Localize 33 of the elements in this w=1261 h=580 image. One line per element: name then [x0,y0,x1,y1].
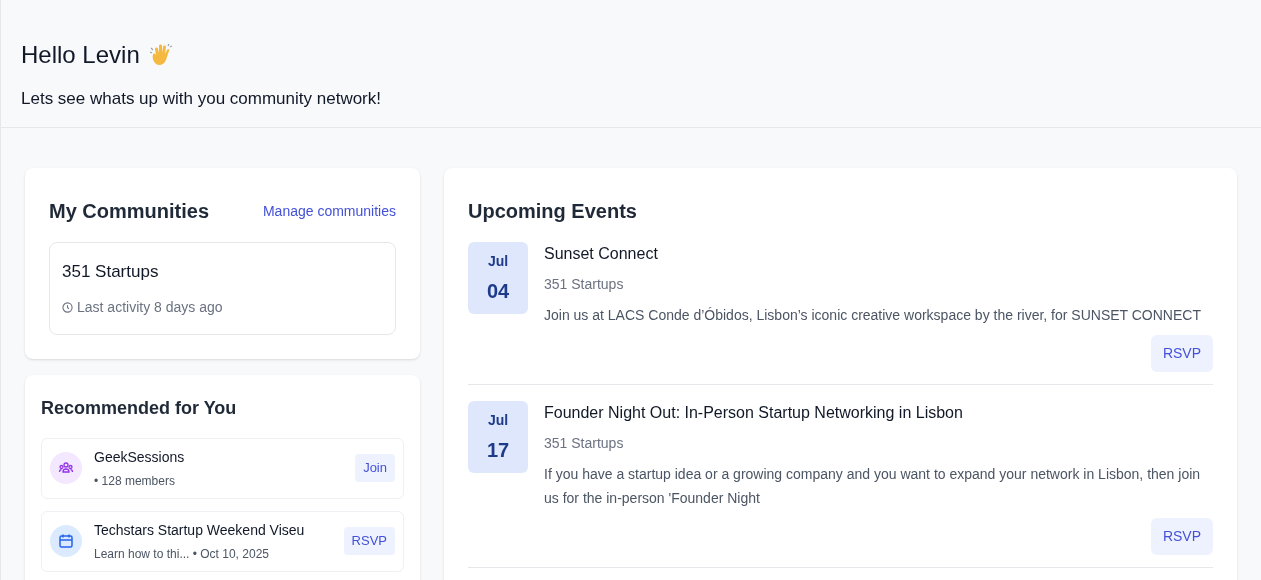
day-text: 04 [486,278,510,304]
event-title: Sunset Connect [544,244,659,264]
card-title: My Communities [49,199,210,224]
recommendation-meta: Learn how to thi... • Oct 10, 2025 [94,545,270,563]
greeting-title: Hello Levin [21,40,140,70]
calendar-icon [58,533,74,549]
community-item[interactable]: 351 Startups Last activity 8 days ago [49,242,396,335]
waving-hand-icon [147,42,174,68]
event-description: If you have a startup idea or a growing company and you want to expand your network in Lisbon, then join us for the in-person 'Founder Night [544,465,1202,508]
month-text: Jul [487,251,509,271]
card-title: Recommended for You [41,396,238,420]
card-title: Upcoming Events [468,199,638,224]
subtitle: Lets see whats up with you community network! [21,88,382,110]
recommendation-item[interactable]: GeekSessions • 128 members Join [41,437,404,499]
community-name: 351 Startups [62,261,160,283]
recommendation-name: GeekSessions [94,447,186,467]
recommendation-name: Techstars Startup Weekend Viseu [94,520,306,540]
day-text: 17 [486,437,510,463]
event-community: 351 Startups [544,275,625,294]
recommendation-meta: • 128 members [94,472,176,490]
manage-communities-link[interactable]: Manage communities [262,200,396,222]
action-button[interactable]: RSVP [343,527,395,555]
clock-icon [62,301,73,313]
rsvp-button[interactable]: RSVP [1150,335,1213,372]
rsvp-button[interactable]: RSVP [1150,518,1213,555]
activity-text: Last activity 8 days ago [77,297,223,317]
event-title: Founder Night Out: In-Person Startup Networking in Lisbon [544,403,964,423]
action-button[interactable]: Join [355,454,395,482]
event-description: Join us at LACS Conde d’Óbidos, Lisbon’s iconic creative workspace by the river, for SUNSET CONNECT [544,306,1202,325]
event-community: 351 Startups [544,434,625,453]
recommendation-item[interactable]: Techstars Startup Weekend Viseu Learn how to thi... • Oct 10, 2025 RSVP [41,510,404,572]
people-group-icon [58,460,74,476]
month-text: Jul [487,410,509,430]
